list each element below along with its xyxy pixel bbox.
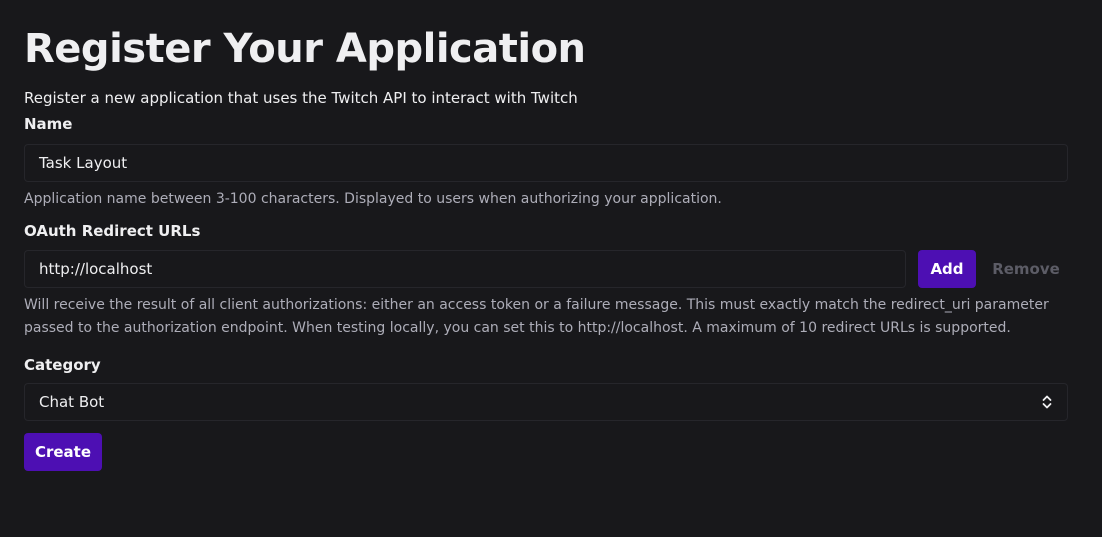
name-input-value: Task Layout bbox=[39, 154, 128, 172]
oauth-help-line-2: passed to the authorization endpoint. Wh… bbox=[24, 320, 1011, 336]
page-title: Register Your Application bbox=[24, 26, 586, 72]
remove-redirect-button[interactable]: Remove bbox=[984, 250, 1068, 288]
oauth-redirect-input-value: http://localhost bbox=[39, 260, 153, 278]
name-input[interactable]: Task Layout bbox=[24, 144, 1068, 182]
chevron-up-down-icon bbox=[1041, 393, 1053, 411]
oauth-redirect-help-text: Will receive the result of all client au… bbox=[24, 294, 1068, 340]
register-app-page: Register Your Application Register a new… bbox=[0, 0, 1102, 537]
category-selected-value: Chat Bot bbox=[39, 393, 105, 411]
category-select[interactable]: Chat Bot bbox=[24, 383, 1068, 421]
add-redirect-button[interactable]: Add bbox=[918, 250, 976, 288]
category-label: Category bbox=[24, 356, 101, 374]
oauth-redirect-row: http://localhost Add Remove bbox=[24, 250, 1068, 288]
create-button[interactable]: Create bbox=[24, 433, 102, 471]
oauth-help-line-1: Will receive the result of all client au… bbox=[24, 297, 1049, 313]
page-subtitle: Register a new application that uses the… bbox=[24, 89, 578, 107]
oauth-redirect-label: OAuth Redirect URLs bbox=[24, 222, 201, 240]
name-label: Name bbox=[24, 115, 73, 133]
oauth-redirect-input[interactable]: http://localhost bbox=[24, 250, 906, 288]
name-help-text: Application name between 3-100 character… bbox=[24, 191, 722, 207]
